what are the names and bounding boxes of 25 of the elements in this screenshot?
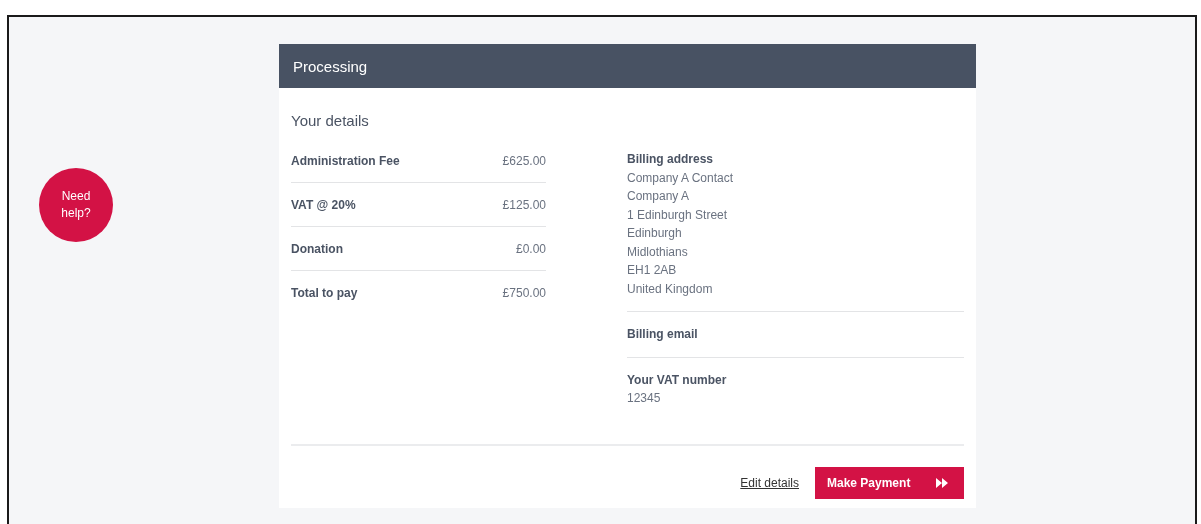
help-button[interactable]: Need help?	[39, 168, 113, 242]
charge-label: Total to pay	[291, 286, 358, 300]
billing-line: United Kingdom	[627, 280, 714, 298]
charge-amount: £750.00	[502, 286, 546, 300]
billing-line: 1 Edinburgh Street	[627, 206, 729, 224]
billing-line: Edinburgh	[627, 225, 683, 242]
charge-label: Donation	[291, 241, 343, 256]
charge-amount: £125.00	[502, 197, 546, 212]
panel-header: Processing	[279, 44, 976, 88]
billing-heading: Your VAT number	[627, 371, 728, 389]
billing-heading: Billing address	[627, 151, 715, 168]
billing-line: EH1 2AB	[627, 262, 678, 279]
billing-line: Company A Contact	[627, 169, 735, 187]
billing-line: Midlothians	[627, 243, 689, 261]
edit-details-link[interactable]: Edit details	[740, 476, 799, 490]
charge-label: Administration Fee	[291, 153, 400, 168]
fast-forward-icon	[936, 478, 948, 488]
charge-label: VAT @ 20%	[291, 197, 356, 212]
charge-amount: £625.00	[502, 153, 546, 168]
billing-line: 12345	[627, 390, 662, 407]
section-title: Your details	[291, 112, 370, 129]
make-payment-button[interactable]: Make Payment	[815, 467, 964, 499]
billing-line: Company A	[627, 188, 691, 205]
charge-amount: £0.00	[515, 241, 546, 256]
billing-heading: Billing email	[627, 326, 699, 343]
